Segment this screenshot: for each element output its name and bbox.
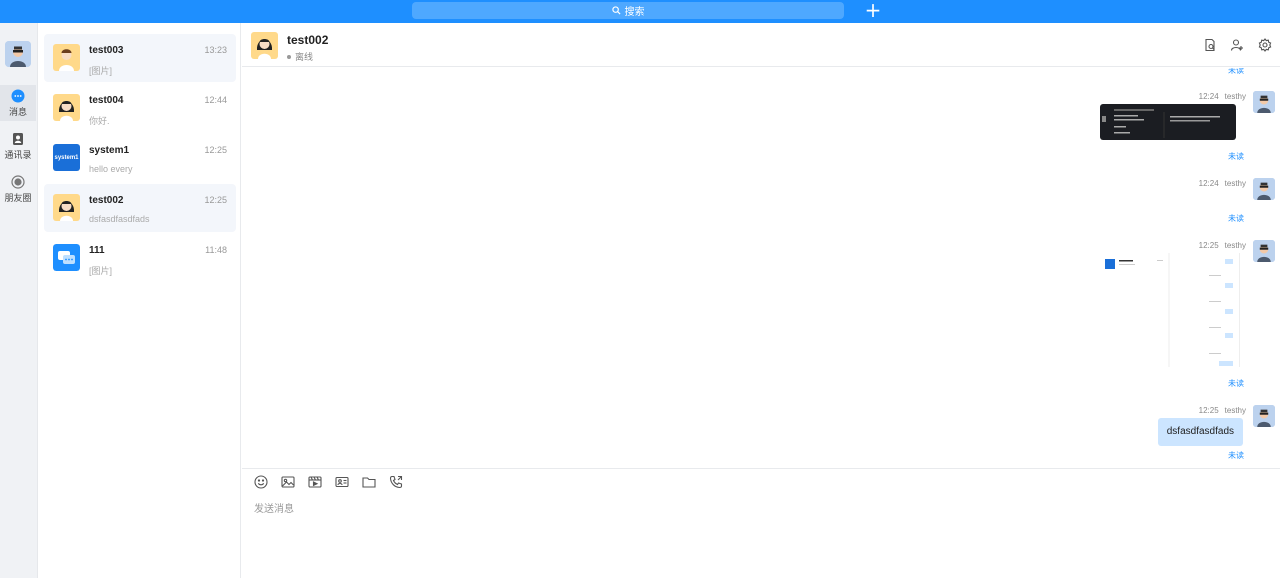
search-bar[interactable]: 搜索 xyxy=(412,2,844,19)
message-area[interactable]: 未读 12:24 testhy 未读 12:24 testhy 未读 12:25 te… xyxy=(242,68,1280,468)
message-sender: testhy xyxy=(1224,179,1246,188)
conversation-time: 12:44 xyxy=(204,95,227,105)
sender-avatar[interactable] xyxy=(1253,91,1275,113)
message-sender: testhy xyxy=(1224,92,1246,101)
message-meta: 12:24 testhy xyxy=(1199,179,1246,188)
add-button[interactable]: + xyxy=(864,0,882,20)
folder-icon[interactable] xyxy=(362,475,376,489)
status-text: 离线 xyxy=(295,52,314,62)
message-meta: 12:25 testhy xyxy=(1199,406,1246,415)
search-history-icon[interactable] xyxy=(1203,38,1217,52)
conversation-item[interactable]: 111 11:48 [图片] xyxy=(44,234,236,282)
conversation-item[interactable]: test004 12:44 你好. xyxy=(44,84,236,132)
conversation-name: 111 xyxy=(89,245,105,256)
sender-avatar[interactable] xyxy=(1253,405,1275,427)
conversation-item[interactable]: system1 system1 12:25 hello every xyxy=(44,134,236,182)
conversation-name: test004 xyxy=(89,95,124,106)
add-member-icon[interactable] xyxy=(1230,38,1244,52)
conversation-name: system1 xyxy=(89,145,130,156)
moments-icon xyxy=(11,174,25,189)
settings-icon[interactable] xyxy=(1258,38,1272,52)
conversation-item[interactable]: test002 12:25 dsfasdfasdfads xyxy=(44,184,236,232)
rail-item-moments[interactable]: 朋友圈 xyxy=(0,171,36,207)
nav-rail: 消息 通讯录 朋友圈 xyxy=(0,23,38,578)
conversation-preview: [图片] xyxy=(89,66,113,76)
search-label: 搜索 xyxy=(624,7,645,18)
chat-title: test002 xyxy=(287,33,329,47)
my-avatar[interactable] xyxy=(5,41,31,67)
read-status: 未读 xyxy=(1228,451,1244,460)
status-dot xyxy=(287,54,291,59)
conversation-list: test003 13:23 [图片] test004 12:44 你好. sys… xyxy=(39,23,241,578)
read-status: 未读 xyxy=(1228,152,1244,161)
message-time: 12:25 xyxy=(1198,241,1219,250)
conversation-name: test002 xyxy=(89,195,124,206)
card-icon[interactable] xyxy=(335,475,349,489)
message-time: 12:24 xyxy=(1198,92,1219,101)
conversation-time: 12:25 xyxy=(204,195,227,205)
emoji-icon[interactable] xyxy=(254,475,268,489)
message-sender: testhy xyxy=(1224,406,1246,415)
avatar xyxy=(53,244,80,271)
conversation-item[interactable]: test003 13:23 [图片] xyxy=(44,34,236,82)
search-icon xyxy=(611,6,621,15)
message-sender: testhy xyxy=(1224,241,1246,250)
contacts-icon xyxy=(11,132,25,146)
message-image[interactable] xyxy=(1101,253,1240,367)
rail-item-messages[interactable]: 消息 xyxy=(0,85,36,121)
conversation-name: test003 xyxy=(89,45,124,56)
phone-icon[interactable] xyxy=(389,475,403,489)
message-meta: 12:25 testhy xyxy=(1199,241,1246,250)
conversation-preview: hello every xyxy=(89,164,133,174)
read-status: 未读 xyxy=(1228,68,1244,75)
message-time: 12:25 xyxy=(1198,406,1219,415)
read-status: 未读 xyxy=(1228,379,1244,388)
chat-header: test002 离线 xyxy=(242,23,1280,67)
message-meta: 12:24 testhy xyxy=(1199,92,1246,101)
image-icon[interactable] xyxy=(281,475,295,489)
chat-status: 离线 xyxy=(287,50,313,63)
composer xyxy=(242,468,1280,578)
read-status: 未读 xyxy=(1228,214,1244,223)
message-input[interactable] xyxy=(254,499,1254,519)
sender-avatar[interactable] xyxy=(1253,240,1275,262)
avatar: system1 xyxy=(53,144,80,171)
sender-avatar[interactable] xyxy=(1253,178,1275,200)
message-time: 12:24 xyxy=(1198,179,1219,188)
top-bar: 搜索 + xyxy=(0,0,1280,23)
avatar xyxy=(53,94,80,121)
conversation-preview: dsfasdfasdfads xyxy=(89,214,150,224)
message-image[interactable] xyxy=(1100,104,1236,140)
avatar xyxy=(53,194,80,221)
rail-item-label: 朋友圈 xyxy=(4,192,32,203)
chat-bubble-icon xyxy=(11,89,25,103)
rail-item-label: 消息 xyxy=(8,106,27,117)
video-icon[interactable] xyxy=(308,475,322,489)
conversation-time: 11:48 xyxy=(205,245,227,255)
conversation-time: 12:25 xyxy=(204,145,227,155)
avatar xyxy=(53,44,80,71)
system-avatar-text: system1 xyxy=(54,154,79,161)
conversation-preview: 你好. xyxy=(89,116,110,126)
rail-item-label: 通讯录 xyxy=(4,149,32,160)
avatar xyxy=(251,32,278,59)
conversation-time: 13:23 xyxy=(204,45,227,55)
message-bubble[interactable]: dsfasdfasdfads xyxy=(1157,418,1243,446)
conversation-preview: [图片] xyxy=(89,266,113,276)
rail-item-contacts[interactable]: 通讯录 xyxy=(0,128,36,164)
